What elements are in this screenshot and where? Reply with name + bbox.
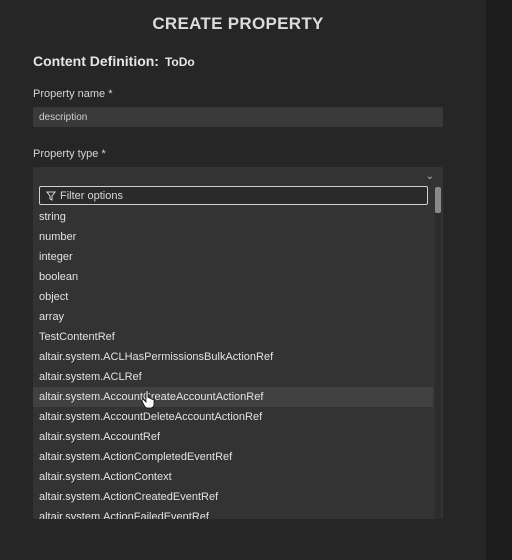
options-scrollbar[interactable] (435, 187, 441, 519)
option-account-create-account-action-ref[interactable]: altair.system.AccountCreateAccountAction… (33, 387, 433, 407)
option-acl-ref[interactable]: altair.system.ACLRef (33, 367, 433, 387)
property-name-input[interactable]: description (33, 107, 443, 127)
dialog-title: CREATE PROPERTY (152, 14, 324, 33)
option-action-context[interactable]: altair.system.ActionContext (33, 467, 433, 487)
property-type-select[interactable]: ⌄ Filter options string number integer b… (33, 167, 443, 519)
mouse-pointer-icon (141, 389, 157, 409)
option-account-ref[interactable]: altair.system.AccountRef (33, 427, 433, 447)
scrollbar-thumb[interactable] (435, 187, 441, 213)
option-action-created-event-ref[interactable]: altair.system.ActionCreatedEventRef (33, 487, 433, 507)
option-integer[interactable]: integer (33, 247, 433, 267)
option-account-delete-account-action-ref[interactable]: altair.system.AccountDeleteAccountAction… (33, 407, 433, 427)
window-edge (486, 0, 512, 560)
option-test-content-ref[interactable]: TestContentRef (33, 327, 433, 347)
property-type-label: Property type * (33, 148, 106, 160)
filter-icon (46, 191, 56, 201)
option-array[interactable]: array (33, 307, 433, 327)
content-definition-value: ToDo (164, 55, 195, 69)
options-list: string number integer boolean object arr… (33, 207, 433, 519)
option-string[interactable]: string (33, 207, 433, 227)
property-name-value: description (39, 111, 88, 123)
option-acl-has-permissions-bulk-action-ref[interactable]: altair.system.ACLHasPermissionsBulkActio… (33, 347, 433, 367)
option-number[interactable]: number (33, 227, 433, 247)
chevron-down-icon[interactable]: ⌄ (426, 171, 434, 182)
option-action-failed-event-ref[interactable]: altair.system.ActionFailedEventRef (33, 507, 433, 519)
content-definition: Content Definition: ToDo (33, 53, 195, 69)
option-action-completed-event-ref[interactable]: altair.system.ActionCompletedEventRef (33, 447, 433, 467)
option-object[interactable]: object (33, 287, 433, 307)
filter-options-input[interactable]: Filter options (39, 186, 428, 205)
content-definition-label: Content Definition: (33, 53, 159, 69)
property-name-label: Property name * (33, 88, 113, 100)
filter-placeholder: Filter options (60, 189, 123, 202)
option-boolean[interactable]: boolean (33, 267, 433, 287)
